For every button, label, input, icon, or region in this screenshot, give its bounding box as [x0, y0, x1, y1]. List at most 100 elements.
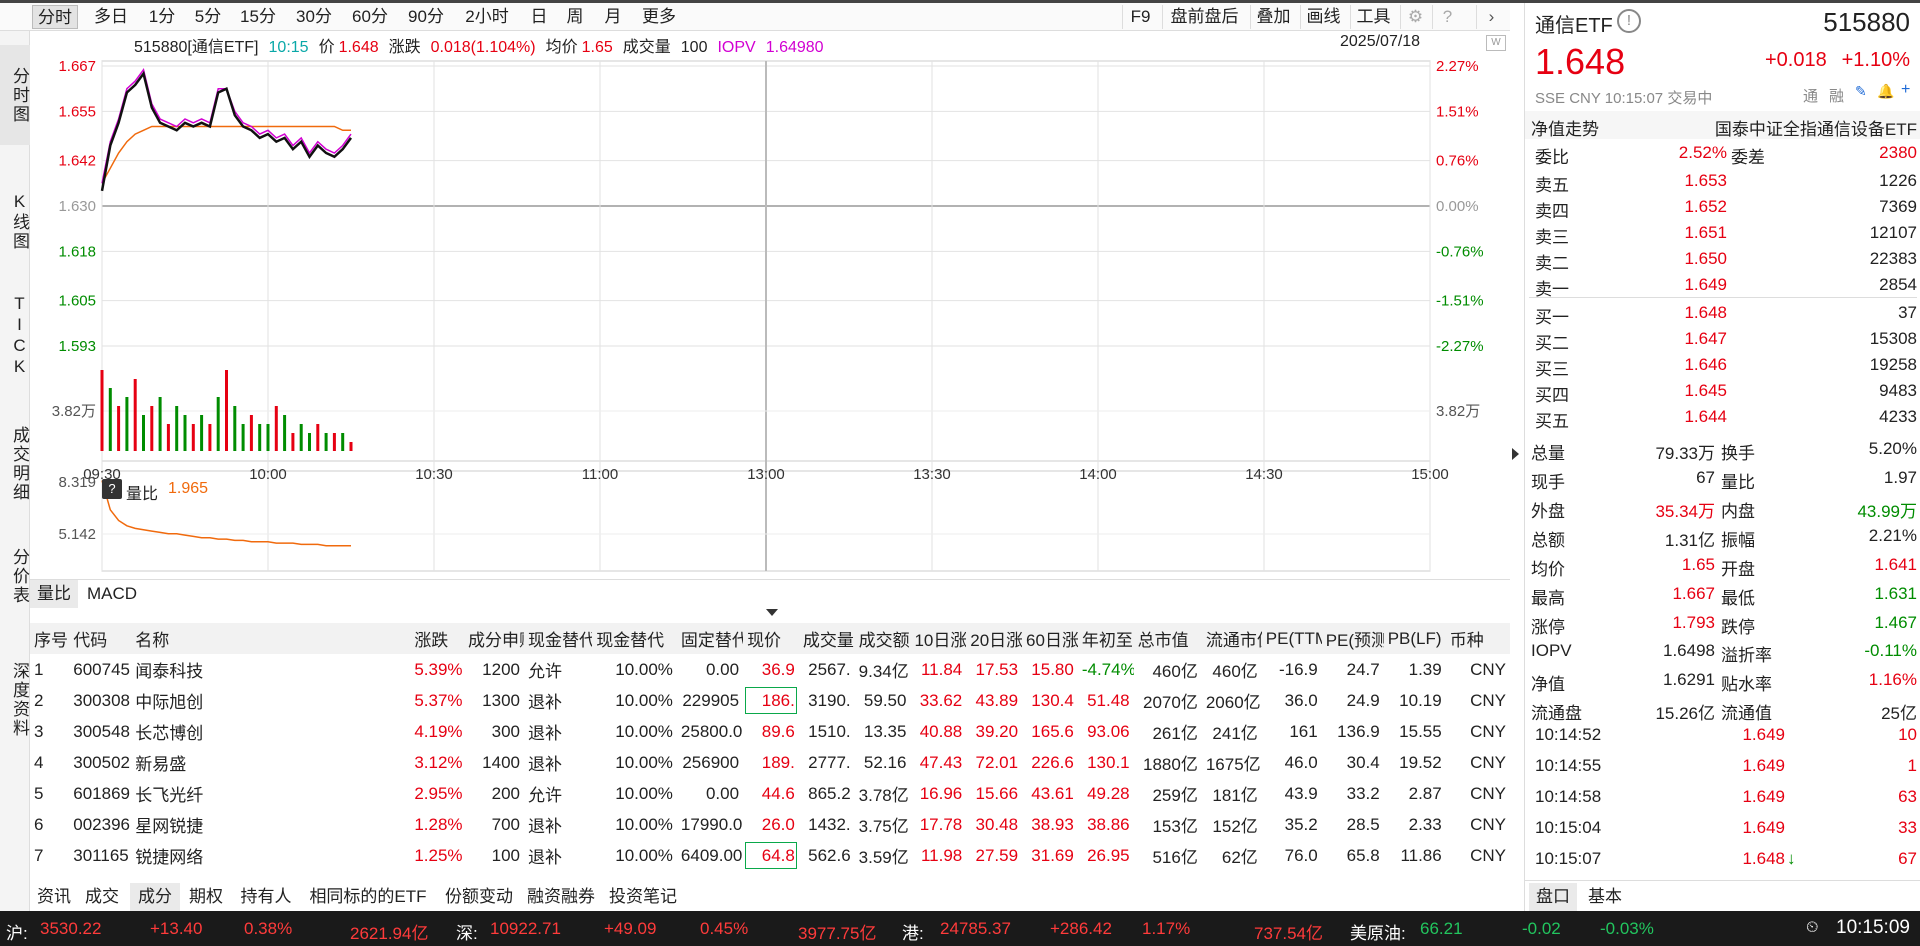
- table-cell: 47.43: [919, 752, 963, 772]
- table-row[interactable]: 7 301165 锐捷网络 1.25% 100 退补 10.00% 6409.00 64.8 56…: [30, 840, 1510, 871]
- col-header[interactable]: 20日涨: [966, 623, 1023, 654]
- table-row[interactable]: 4 300502 新易盛 3.12% 1400 退补 10.00% 256900 189. 277…: [30, 747, 1510, 778]
- bell-icon[interactable]: 🔔: [1877, 83, 1894, 100]
- tab-more[interactable]: 更多: [636, 5, 682, 29]
- quote-time: 10:15:07: [1604, 90, 1664, 107]
- sh-amount: 2621.94亿: [350, 924, 429, 943]
- draw-button[interactable]: 画线: [1300, 5, 1346, 29]
- col-header[interactable]: 现价: [743, 623, 799, 654]
- table-row[interactable]: 6 002396 星网锐捷 1.28% 700 退补 10.00% 17990.0 26.0 14…: [30, 809, 1510, 840]
- tab-2hour[interactable]: 2小时: [458, 5, 516, 29]
- tab-month[interactable]: 月: [598, 5, 628, 29]
- qtab-basic[interactable]: 基本: [1581, 883, 1629, 911]
- add-watch-icon[interactable]: +: [1901, 81, 1910, 99]
- col-header[interactable]: 年初至: [1077, 623, 1134, 654]
- ask-level[interactable]: 卖四 1.652 7369: [1525, 193, 1920, 221]
- btab-trades[interactable]: 成交: [82, 883, 122, 911]
- tab-90min[interactable]: 90分: [402, 5, 450, 29]
- settings-gear-icon[interactable]: ⚙: [1400, 5, 1430, 29]
- col-header[interactable]: 序号: [30, 623, 70, 654]
- btab-news[interactable]: 资讯: [34, 883, 74, 911]
- bid-level[interactable]: 买二 1.647 15308: [1525, 325, 1920, 353]
- bid-level[interactable]: 买三 1.646 19258: [1525, 351, 1920, 379]
- table-row[interactable]: 2 300308 中际旭创 5.37% 1300 退补 10.00% 229905 186. 31…: [30, 685, 1510, 716]
- table-row[interactable]: 5 601869 长飞光纤 2.95% 200 允许 10.00% 0.00 44.6 865.2…: [30, 778, 1510, 809]
- sidenav-trades[interactable]: 成交明细: [0, 399, 30, 529]
- ask-level[interactable]: 卖一 1.649 2854: [1525, 271, 1920, 299]
- table-cell: 25800.0: [680, 721, 743, 741]
- sidenav-kline[interactable]: K线图: [0, 171, 30, 271]
- table-row[interactable]: 1 600745 闻泰科技 5.39% 1200 允许 10.00% 0.00 36.9 2567…: [30, 654, 1510, 685]
- tab-day[interactable]: 日: [524, 5, 554, 29]
- book-divider: [1529, 297, 1917, 298]
- intraday-chart[interactable]: 515880[通信ETF] 10:15 价 1.648 涨跌 0.018(1.104%) 均…: [30, 31, 1510, 608]
- qtab-pankou[interactable]: 盘口: [1529, 883, 1577, 911]
- btab-share-change[interactable]: 份额变动: [442, 883, 516, 911]
- nav-trend-row[interactable]: 净值走势 国泰中证全指通信设备ETF: [1525, 111, 1920, 139]
- col-header[interactable]: 成交量: [798, 623, 855, 654]
- f9-button[interactable]: F9: [1122, 5, 1158, 29]
- tab-week[interactable]: 周: [560, 5, 590, 29]
- sidenav-depth[interactable]: 深度资料: [0, 635, 30, 765]
- tab-1min[interactable]: 1分: [142, 5, 182, 29]
- help-icon[interactable]: ?: [1432, 5, 1462, 29]
- col-header[interactable]: 10日涨: [910, 623, 967, 654]
- col-header[interactable]: PE(预测): [1321, 623, 1384, 654]
- col-header[interactable]: 现金替代: [523, 623, 593, 654]
- col-header[interactable]: 成分申赎: [464, 623, 524, 654]
- overlay-button[interactable]: 叠加: [1250, 5, 1296, 29]
- sidenav-price-dist[interactable]: 分价表: [0, 531, 30, 621]
- tab-multiday[interactable]: 多日: [88, 5, 134, 29]
- sidenav-tick[interactable]: TICK: [0, 281, 30, 391]
- col-header[interactable]: PE(TTM): [1261, 623, 1322, 654]
- stat-label: 均价: [1531, 560, 1565, 579]
- splitter-arrow-icon[interactable]: [766, 609, 778, 616]
- ask-level[interactable]: 卖二 1.650 22383: [1525, 245, 1920, 273]
- bid-level[interactable]: 买四 1.645 9483: [1525, 377, 1920, 405]
- col-header[interactable]: 固定替代: [676, 623, 744, 654]
- col-header[interactable]: 名称: [131, 623, 411, 654]
- tools-button[interactable]: 工具: [1350, 5, 1396, 29]
- btab-same-etf[interactable]: 相同标的的ETF: [300, 883, 436, 911]
- table-cell: 11.84: [920, 659, 963, 679]
- btab-options[interactable]: 期权: [186, 883, 226, 911]
- tick-time: 10:14:58: [1535, 787, 1602, 806]
- ask-level[interactable]: 卖三 1.651 12107: [1525, 219, 1920, 247]
- table-cell: 1400: [482, 752, 520, 772]
- col-header[interactable]: 总市值: [1133, 623, 1202, 654]
- ratio-help-icon[interactable]: ?: [102, 479, 122, 499]
- tab-30min[interactable]: 30分: [290, 5, 338, 29]
- btab-margin[interactable]: 融资融券: [524, 883, 598, 911]
- col-header[interactable]: 现金替代: [592, 623, 677, 654]
- tab-60min[interactable]: 60分: [346, 5, 394, 29]
- bid-level[interactable]: 买五 1.644 4233: [1525, 403, 1920, 431]
- volume-bar: [291, 433, 295, 451]
- col-header[interactable]: PB(LF): [1383, 623, 1446, 654]
- volume-bar: [100, 370, 104, 451]
- ask-level[interactable]: 卖五 1.653 1226: [1525, 167, 1920, 195]
- table-row[interactable]: 3 300548 长芯博创 4.19% 300 退补 10.00% 25800.0 89.6 15…: [30, 716, 1510, 747]
- tab-fenshi[interactable]: 分时: [32, 5, 78, 29]
- alert-info-icon[interactable]: !: [1617, 9, 1641, 33]
- btab-notes[interactable]: 投资笔记: [606, 883, 680, 911]
- col-header[interactable]: 成交额: [854, 623, 911, 654]
- bid-level[interactable]: 买一 1.648 37: [1525, 299, 1920, 327]
- chevron-right-icon[interactable]: ›: [1476, 5, 1506, 29]
- quote-name: 通信ETF: [1535, 15, 1613, 37]
- edit-icon[interactable]: ✎: [1855, 83, 1867, 100]
- ind-tab-ratio[interactable]: 量比: [30, 580, 78, 608]
- tab-5min[interactable]: 5分: [188, 5, 228, 29]
- collapse-right-icon[interactable]: [1512, 448, 1519, 460]
- prepost-button[interactable]: 盘前盘后: [1162, 5, 1246, 29]
- col-header[interactable]: 涨跌: [410, 623, 465, 654]
- sidenav-fenshi[interactable]: 分时图: [0, 45, 30, 145]
- btab-holders[interactable]: 持有人: [238, 883, 294, 911]
- ind-tab-macd[interactable]: MACD: [82, 580, 142, 608]
- tab-15min[interactable]: 15分: [234, 5, 282, 29]
- col-header[interactable]: 流通市值: [1201, 623, 1262, 654]
- btab-components[interactable]: 成分: [130, 883, 180, 911]
- col-header[interactable]: 币种: [1445, 623, 1510, 654]
- col-header[interactable]: 代码: [69, 623, 132, 654]
- clock-icon[interactable]: ⏲: [1806, 919, 1818, 937]
- col-header[interactable]: 60日涨: [1022, 623, 1078, 654]
